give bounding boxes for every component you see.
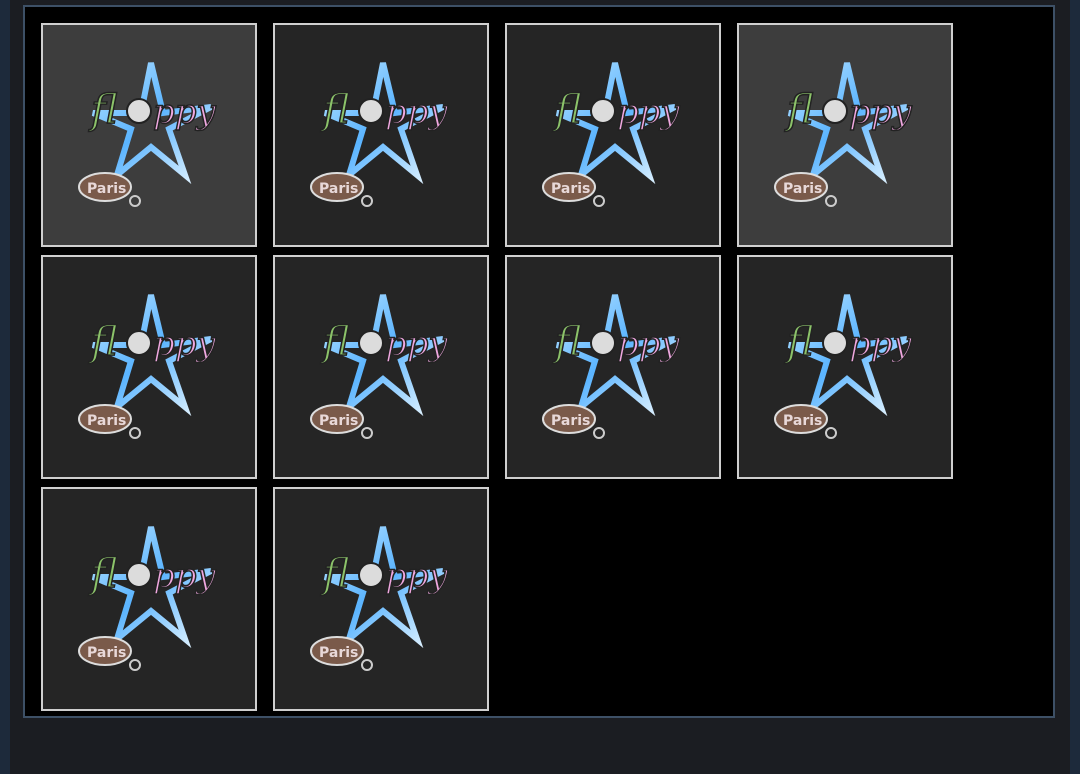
svg-text:Paris: Paris bbox=[319, 413, 358, 429]
svg-text:fl: fl bbox=[320, 87, 350, 133]
svg-text:fl: fl bbox=[88, 87, 118, 133]
svg-text:Paris: Paris bbox=[87, 645, 126, 661]
svg-text:ppy: ppy bbox=[617, 92, 681, 132]
gallery-thumbnail[interactable]: fl ppy Paris bbox=[273, 255, 489, 479]
svg-text:ppy: ppy bbox=[385, 556, 449, 596]
gallery-thumbnail[interactable]: fl ppy Paris bbox=[41, 487, 257, 711]
gallery-thumbnail[interactable]: fl ppy Paris bbox=[737, 23, 953, 247]
gallery-thumbnail[interactable]: fl ppy Paris bbox=[505, 23, 721, 247]
svg-text:ppy: ppy bbox=[617, 324, 681, 364]
floppy-star-logo-icon: fl ppy Paris bbox=[542, 62, 681, 207]
svg-text:Paris: Paris bbox=[551, 413, 590, 429]
svg-text:fl: fl bbox=[88, 551, 118, 597]
svg-text:Paris: Paris bbox=[783, 413, 822, 429]
gallery-thumbnail[interactable]: fl ppy Paris bbox=[273, 487, 489, 711]
svg-text:ppy: ppy bbox=[385, 92, 449, 132]
floppy-star-logo-icon: fl ppy Paris bbox=[310, 62, 449, 207]
floppy-star-logo-icon: fl ppy Paris bbox=[78, 62, 217, 207]
floppy-star-logo-icon: fl ppy Paris bbox=[310, 294, 449, 439]
svg-text:Paris: Paris bbox=[319, 645, 358, 661]
svg-text:ppy: ppy bbox=[385, 324, 449, 364]
image-gallery-panel: fl ppy Paris fl ppy Paris fl ppy Paris f… bbox=[23, 5, 1055, 718]
svg-text:fl: fl bbox=[784, 87, 814, 133]
svg-text:fl: fl bbox=[320, 319, 350, 365]
svg-text:ppy: ppy bbox=[153, 92, 217, 132]
floppy-star-logo-icon: fl ppy Paris bbox=[542, 294, 681, 439]
floppy-star-logo-icon: fl ppy Paris bbox=[310, 526, 449, 671]
svg-text:fl: fl bbox=[552, 319, 582, 365]
floppy-star-logo-icon: fl ppy Paris bbox=[78, 294, 217, 439]
floppy-star-logo-icon: fl ppy Paris bbox=[774, 62, 913, 207]
floppy-star-logo-icon: fl ppy Paris bbox=[774, 294, 913, 439]
svg-text:fl: fl bbox=[320, 551, 350, 597]
window-edge-left bbox=[0, 0, 10, 774]
svg-text:fl: fl bbox=[784, 319, 814, 365]
svg-text:ppy: ppy bbox=[153, 324, 217, 364]
svg-text:Paris: Paris bbox=[319, 181, 358, 197]
svg-text:Paris: Paris bbox=[551, 181, 590, 197]
svg-text:ppy: ppy bbox=[153, 556, 217, 596]
gallery-thumbnail[interactable]: fl ppy Paris bbox=[737, 255, 953, 479]
svg-text:fl: fl bbox=[552, 87, 582, 133]
gallery-thumbnail[interactable]: fl ppy Paris bbox=[273, 23, 489, 247]
svg-text:ppy: ppy bbox=[849, 324, 913, 364]
gallery-thumbnail[interactable]: fl ppy Paris bbox=[41, 23, 257, 247]
window-edge-right bbox=[1070, 0, 1080, 774]
floppy-star-logo-icon: fl ppy Paris bbox=[78, 526, 217, 671]
svg-text:fl: fl bbox=[88, 319, 118, 365]
svg-text:ppy: ppy bbox=[849, 92, 913, 132]
svg-text:Paris: Paris bbox=[87, 413, 126, 429]
svg-text:Paris: Paris bbox=[87, 181, 126, 197]
svg-text:Paris: Paris bbox=[783, 181, 822, 197]
gallery-thumbnail[interactable]: fl ppy Paris bbox=[41, 255, 257, 479]
gallery-thumbnail[interactable]: fl ppy Paris bbox=[505, 255, 721, 479]
